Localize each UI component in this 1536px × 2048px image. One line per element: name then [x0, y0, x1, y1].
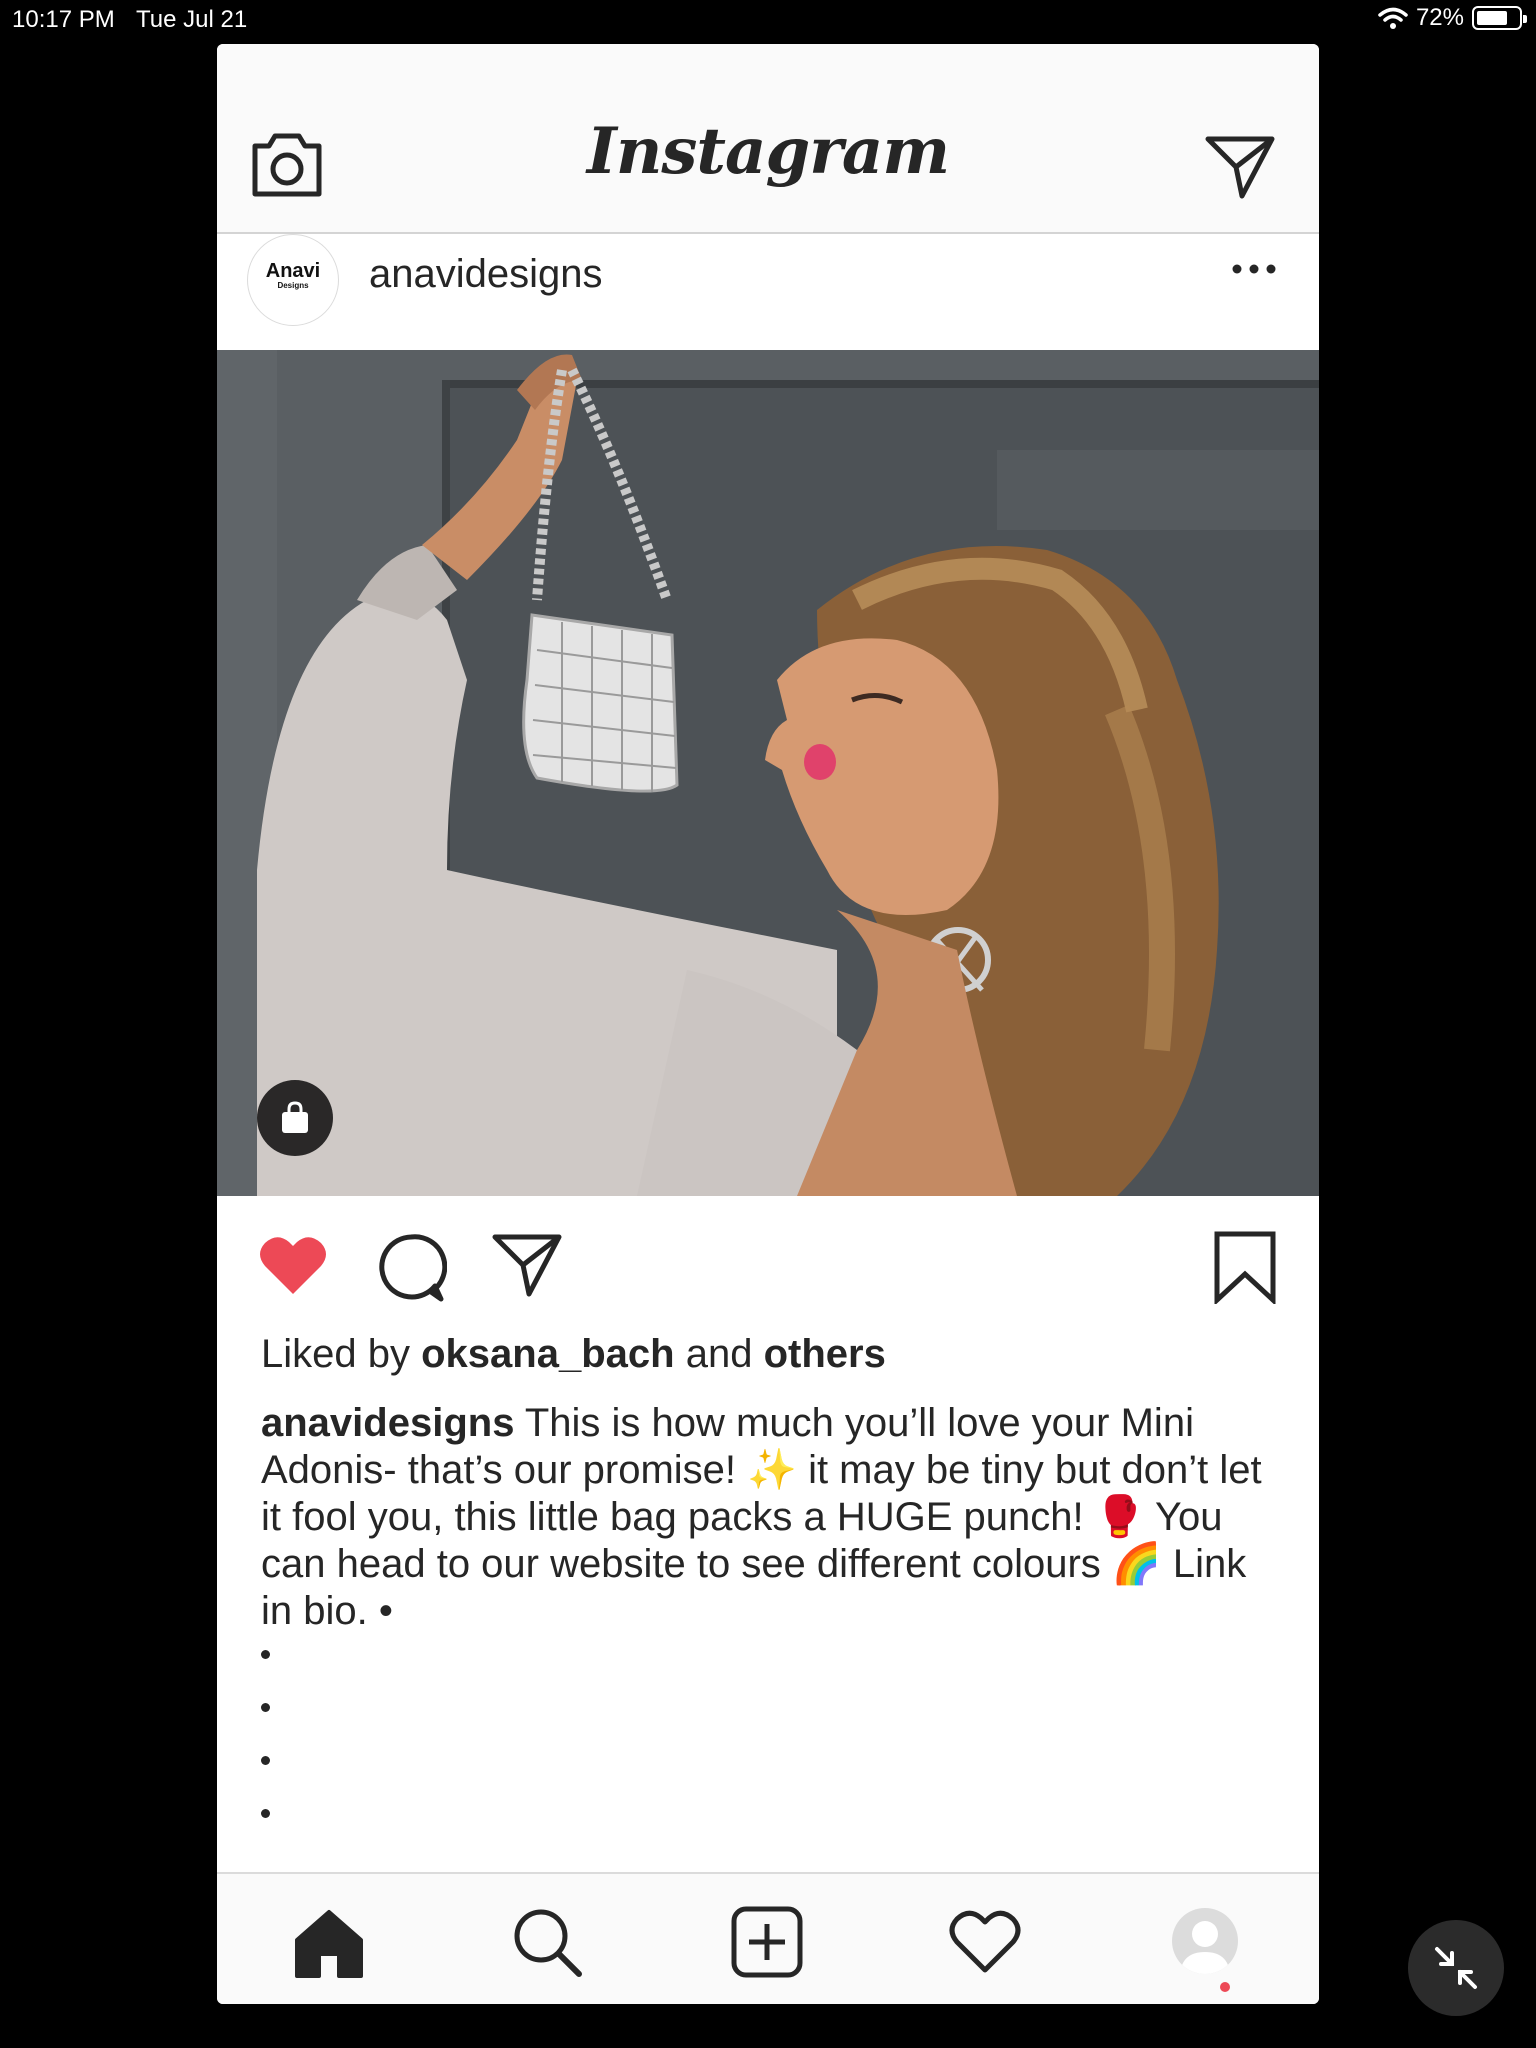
add-post-icon	[731, 1906, 803, 1978]
direct-messages-button[interactable]	[1205, 134, 1275, 200]
liked-by-and: and	[685, 1332, 753, 1376]
heart-outline-icon	[949, 1910, 1021, 1973]
post-actions	[217, 1196, 1319, 1326]
more-horizontal-icon	[1232, 264, 1276, 274]
tab-profile[interactable]	[1167, 1904, 1243, 1980]
home-icon	[295, 1910, 363, 1978]
comment-icon	[379, 1234, 448, 1302]
save-button[interactable]	[1213, 1230, 1277, 1306]
likes-summary: Liked by oksana_bach and others	[261, 1332, 886, 1377]
share-button[interactable]	[491, 1232, 563, 1298]
battery-icon	[1472, 6, 1527, 30]
status-time: 10:17 PM	[12, 6, 115, 33]
bookmark-icon	[1214, 1231, 1276, 1306]
profile-icon	[1172, 1908, 1238, 1974]
wifi-icon	[1378, 7, 1408, 29]
post-caption: anavidesigns This is how much you’ll lov…	[261, 1400, 1281, 1635]
paper-plane-icon	[492, 1234, 562, 1297]
caption-dot	[261, 1650, 270, 1659]
instagram-logo: Instagram	[586, 114, 950, 189]
post-username[interactable]: anavidesigns	[369, 252, 603, 297]
minimize-window-button[interactable]	[1408, 1920, 1504, 2016]
instagram-app: Instagram Anavi Designs anavidesigns Lik…	[217, 44, 1319, 2004]
caption-username-link[interactable]: anavidesigns	[261, 1401, 514, 1445]
app-header: Instagram	[217, 44, 1319, 234]
avatar-brand-text: Anavi	[265, 260, 321, 282]
status-bar: 10:17 PM Tue Jul 21 72%	[0, 0, 1536, 40]
comment-button[interactable]	[375, 1232, 448, 1304]
post-avatar[interactable]: Anavi Designs	[247, 234, 339, 326]
tab-search[interactable]	[509, 1904, 585, 1980]
bottom-tab-bar	[217, 1872, 1319, 2004]
profile-notification-dot	[1220, 1982, 1230, 1992]
post-photo[interactable]	[217, 350, 1319, 1196]
caption-dot	[261, 1756, 270, 1765]
status-right: 72%	[1378, 4, 1527, 32]
shopping-tag-button[interactable]	[257, 1080, 333, 1156]
post-header: Anavi Designs anavidesigns	[217, 234, 1319, 350]
caption-dot	[261, 1703, 270, 1712]
paper-plane-icon	[1205, 136, 1275, 199]
like-button[interactable]	[257, 1234, 329, 1298]
tab-home[interactable]	[291, 1904, 367, 1980]
liked-by-prefix: Liked by	[261, 1332, 410, 1376]
more-options-button[interactable]	[1229, 254, 1279, 284]
battery-percent: 72%	[1415, 4, 1464, 31]
tab-add-post[interactable]	[729, 1904, 805, 1980]
minimize-arrows-icon	[1435, 1947, 1477, 1989]
search-icon	[514, 1909, 582, 1977]
caption-dots	[261, 1650, 270, 1862]
tab-activity[interactable]	[947, 1904, 1023, 1980]
photo-illustration	[217, 350, 1319, 1196]
shopping-bag-icon	[282, 1101, 308, 1133]
status-date: Tue Jul 21	[136, 6, 248, 33]
caption-dot	[261, 1809, 270, 1818]
liked-by-user-link[interactable]: oksana_bach	[421, 1332, 674, 1376]
avatar-sub-text: Designs	[277, 281, 309, 290]
heart-filled-icon	[260, 1237, 326, 1294]
liked-by-others-link[interactable]: others	[764, 1332, 886, 1376]
